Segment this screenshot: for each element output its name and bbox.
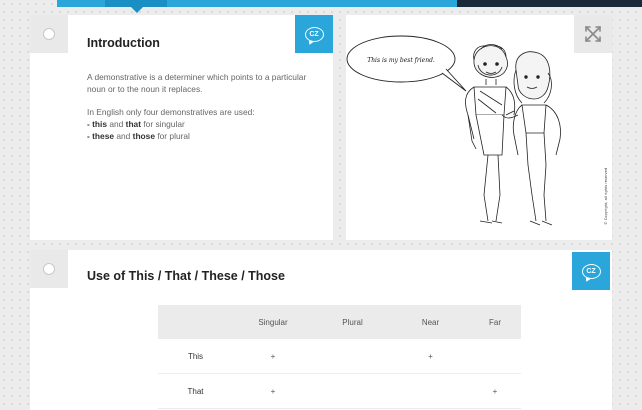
topbar-segment[interactable] <box>457 0 642 7</box>
cz-badge-label: CZ <box>309 30 319 38</box>
copyright-note: © Copyright, all rights reserved <box>604 168 608 225</box>
expand-button[interactable] <box>574 15 612 53</box>
usage-card: CZ Use of This / That / These / Those Si… <box>30 250 612 410</box>
table-header-cell: Singular <box>258 317 288 327</box>
topbar-segment[interactable] <box>167 0 457 7</box>
speech-bubble-icon: CZ <box>304 26 324 42</box>
section-title: Introduction <box>87 36 160 50</box>
translate-cz-button[interactable]: CZ <box>295 15 333 53</box>
translate-cz-button[interactable]: CZ <box>572 252 610 290</box>
active-section-pointer <box>131 7 143 13</box>
two-friends-illustration: This is my best friend. © Copyright, all… <box>346 35 608 226</box>
row-label: This <box>187 351 204 361</box>
list-item-singular: - this and that for singular <box>87 118 317 130</box>
friend-right <box>501 51 561 226</box>
conjunction: and <box>114 131 133 141</box>
list-item-text: for plural <box>155 131 190 141</box>
radio-icon <box>43 263 55 275</box>
keyword-that: that <box>125 119 142 129</box>
keyword-this: this <box>92 119 108 129</box>
topbar-segment-active[interactable] <box>105 0 167 7</box>
row-label: That <box>187 386 204 396</box>
friend-left <box>465 44 516 224</box>
completion-toggle[interactable] <box>30 250 68 288</box>
expand-icon <box>585 26 601 42</box>
list-item-text: for singular <box>141 119 185 129</box>
table-header-cell: Plural <box>342 317 363 327</box>
table-header-cell: Near <box>421 317 440 327</box>
illustration-card: This is my best friend. © Copyright, all… <box>346 15 612 240</box>
table-cell: + <box>270 386 276 396</box>
keyword-those: those <box>132 131 155 141</box>
radio-icon <box>43 28 55 40</box>
introduction-card: CZ Introduction A demonstrative is a det… <box>30 15 333 240</box>
topbar-segment[interactable] <box>57 0 105 7</box>
list-intro: In English only four demonstratives are … <box>87 107 255 117</box>
table-row: This + + <box>158 339 521 374</box>
demonstratives-table: Singular Plural Near Far This + + That +… <box>158 305 521 409</box>
speech-text: This is my best friend. <box>367 57 435 64</box>
cz-badge-label: CZ <box>586 267 596 275</box>
table-cell: + <box>428 351 433 361</box>
section-title: Use of This / That / These / Those <box>87 269 285 283</box>
table-row: That + + <box>158 374 521 409</box>
table-header: Singular Plural Near Far <box>158 305 521 339</box>
progress-topbar <box>0 0 642 7</box>
intro-paragraph: A demonstrative is a determiner which po… <box>87 72 307 94</box>
speech-bubble-icon: CZ <box>581 263 601 279</box>
list-item-plural: - these and those for plural <box>87 130 317 142</box>
conjunction: and <box>107 119 126 129</box>
table-cell: + <box>270 351 276 361</box>
table-cell: + <box>492 386 498 396</box>
completion-toggle[interactable] <box>30 15 68 53</box>
section-body: A demonstrative is a determiner which po… <box>87 71 317 142</box>
speech-bubble: This is my best friend. <box>346 35 467 92</box>
keyword-these: these <box>92 131 115 141</box>
table-header-cell: Far <box>489 317 501 327</box>
